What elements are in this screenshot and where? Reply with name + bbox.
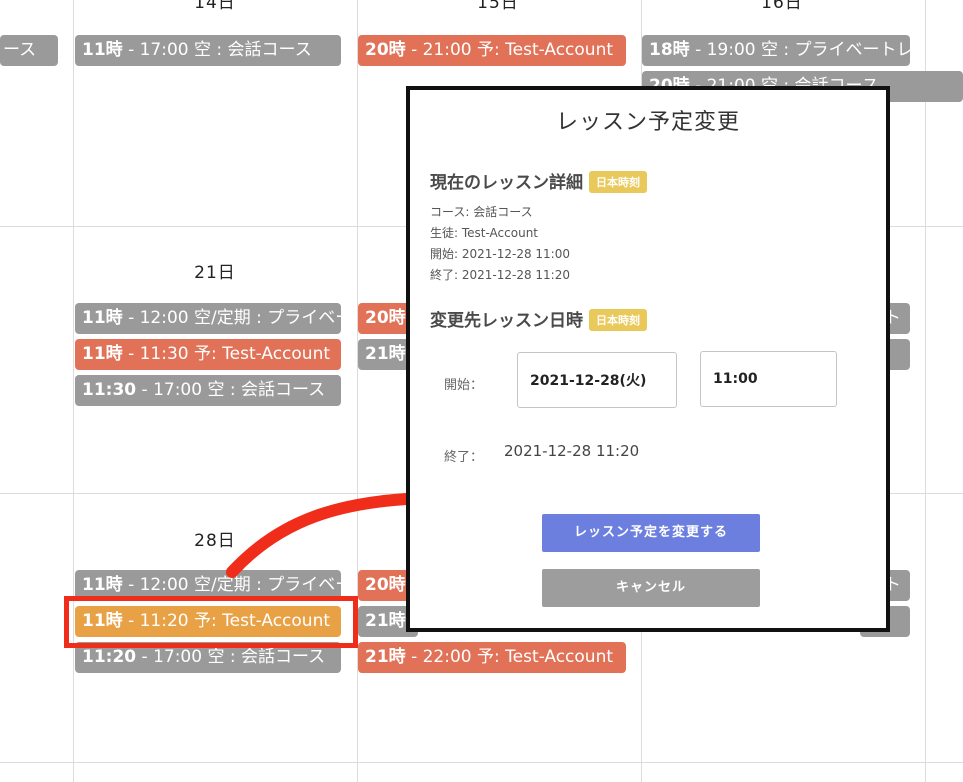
- grid-line: [73, 0, 74, 782]
- grid-line: [0, 762, 963, 763]
- calendar-event[interactable]: 11時 - 11:30 予: Test-Account: [75, 339, 341, 370]
- modal-title: レッスン予定変更: [555, 110, 740, 135]
- day-number-28: 28日: [194, 531, 236, 551]
- lesson-end: 終了: 2021-12-28 11:20: [430, 268, 570, 282]
- start-time-input[interactable]: 11:00: [700, 351, 837, 407]
- start-date-input[interactable]: 2021-12-28(火): [517, 352, 677, 408]
- calendar-event[interactable]: 20時 - 21:00 予: Test-Account: [358, 35, 626, 66]
- timezone-badge: 日本時刻: [589, 171, 647, 193]
- calendar-event[interactable]: 11時 - 12:00 空/定期 : プライベート: [75, 303, 341, 334]
- end-label: 終了：: [444, 450, 484, 465]
- day-number-16: 16日: [761, 0, 803, 13]
- grid-line: [925, 0, 926, 782]
- reschedule-modal: レッスン予定変更 現在のレッスン詳細 日本時刻 コース: 会話コース 生徒: Te…: [406, 86, 890, 632]
- calendar-event[interactable]: ース: [0, 35, 58, 66]
- day-number-21: 21日: [194, 263, 236, 283]
- lesson-course: コース: 会話コース: [430, 205, 533, 219]
- day-number-14: 14日: [194, 0, 236, 13]
- lesson-start: 開始: 2021-12-28 11:00: [430, 247, 570, 261]
- change-lesson-button[interactable]: レッスン予定を変更する: [542, 514, 760, 552]
- calendar-event[interactable]: 11時 - 17:00 空 : 会話コース: [75, 35, 341, 66]
- end-value: 2021-12-28 11:20: [504, 442, 640, 460]
- calendar-event[interactable]: 18時 - 19:00 空 : プライベートレッスン: [642, 35, 910, 66]
- current-lesson-heading: 現在のレッスン詳細 日本時刻: [430, 168, 647, 193]
- start-label: 開始：: [444, 378, 484, 393]
- day-number-15: 15日: [477, 0, 519, 13]
- calendar-event[interactable]: 11:30 - 17:00 空 : 会話コース: [75, 375, 341, 406]
- target-lesson-heading: 変更先レッスン日時 日本時刻: [430, 306, 647, 331]
- timezone-badge: 日本時刻: [589, 309, 647, 331]
- selection-highlight: [64, 596, 358, 648]
- lesson-student: 生徒: Test-Account: [430, 226, 539, 240]
- cancel-button[interactable]: キャンセル: [542, 569, 760, 607]
- calendar-event[interactable]: 21時 - 22:00 予: Test-Account: [358, 642, 626, 673]
